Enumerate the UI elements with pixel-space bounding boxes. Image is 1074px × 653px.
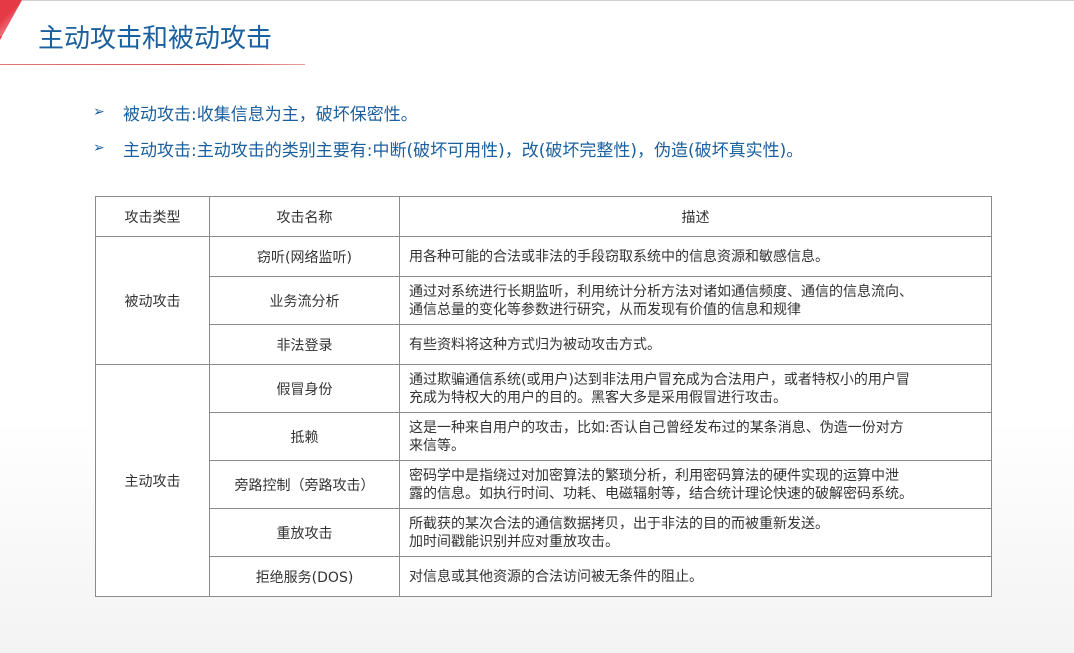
attack-name-cell: 假冒身份	[209, 364, 400, 413]
description-cell: 有些资料将这种方式归为被动攻击方式。	[399, 324, 992, 365]
description-cell: 用各种可能的合法或非法的手段窃取系统中的信息资源和敏感信息。	[399, 236, 992, 277]
arrowhead-bullet-icon: ➢	[93, 140, 105, 156]
attack-name-cell: 拒绝服务(DOS)	[209, 556, 400, 597]
table-row: 非法登录 有些资料将这种方式归为被动攻击方式。	[96, 324, 992, 365]
category-cell: 被动攻击	[95, 236, 210, 365]
bullet-item-active: ➢ 主动攻击:主动攻击的类别主要有:中断(破坏可用性)，改(破坏完整性)，伪造(…	[93, 130, 803, 166]
header-description: 描述	[399, 196, 992, 237]
description-line: 对信息或其他资源的合法访问被无条件的阻止。	[409, 568, 703, 585]
attack-types-table: 攻击类型 攻击名称 描述 被动攻击 窃听(网络监听) 用各种可能的合法或非法的手…	[95, 196, 992, 597]
title-underline	[0, 64, 305, 65]
description-cell: 所截获的某次合法的通信数据拷贝，出于非法的目的而被重新发送。 加时间戳能识别并应对…	[399, 508, 992, 557]
description-line: 有些资料将这种方式归为被动攻击方式。	[409, 336, 661, 353]
description-line: 充成为特权大的用户的目的。黑客大多是采用假冒进行攻击。	[409, 389, 787, 406]
header-category: 攻击类型	[95, 196, 210, 237]
attack-name-cell: 重放攻击	[209, 508, 400, 557]
description-cell: 通过对系统进行长期监听，利用统计分析方法对诸如通信频度、通信的信息流向、 通信总量…	[399, 276, 992, 325]
table-header-row: 攻击类型 攻击名称 描述	[95, 196, 992, 237]
corner-accent-fade	[0, 0, 18, 36]
description-line: 通过对系统进行长期监听，利用统计分析方法对诸如通信频度、通信的信息流向、	[409, 283, 913, 300]
attack-name-cell: 非法登录	[209, 324, 400, 365]
page-title: 主动攻击和被动攻击	[38, 24, 273, 54]
table-row: 重放攻击 所截获的某次合法的通信数据拷贝，出于非法的目的而被重新发送。 加时间戳能…	[96, 508, 992, 557]
bullet-text: 主动攻击:主动攻击的类别主要有:中断(破坏可用性)，改(破坏完整性)，伪造(破坏…	[123, 140, 804, 161]
description-line: 所截获的某次合法的通信数据拷贝，出于非法的目的而被重新发送。	[409, 515, 829, 532]
description-cell: 这是一种来自用户的攻击，比如:否认自己曾经发布过的某条消息、伪造一份对方 来信等。	[399, 412, 992, 461]
table-row: 主动攻击 假冒身份 通过欺骗通信系统(或用户)达到非法用户冒充成为合法用户，或者…	[95, 364, 992, 597]
bullet-text: 被动攻击:收集信息为主，破坏保密性。	[123, 104, 418, 125]
attack-name-cell: 旁路控制（旁路攻击）	[209, 460, 400, 509]
attack-name-cell: 业务流分析	[209, 276, 400, 325]
description-line: 通信总量的变化等参数进行研究，从而发现有价值的信息和规律	[409, 301, 801, 318]
description-line: 来信等。	[409, 437, 465, 454]
description-cell: 通过欺骗通信系统(或用户)达到非法用户冒充成为合法用户，或者特权小的用户冒 充成为…	[399, 364, 992, 413]
description-cell: 密码学中是指绕过对加密算法的繁琐分析，利用密码算法的硬件实现的运算中泄 露的信息。…	[399, 460, 992, 509]
table-row: 被动攻击 窃听(网络监听) 用各种可能的合法或非法的手段窃取系统中的信息资源和敏…	[95, 236, 992, 365]
category-cell: 主动攻击	[95, 364, 210, 597]
description-line: 密码学中是指绕过对加密算法的繁琐分析，利用密码算法的硬件实现的运算中泄	[409, 467, 899, 484]
table-row: 业务流分析 通过对系统进行长期监听，利用统计分析方法对诸如通信频度、通信的信息流…	[96, 276, 992, 325]
top-border	[0, 0, 1074, 1]
bullet-item-passive: ➢ 被动攻击:收集信息为主，破坏保密性。	[93, 94, 803, 130]
description-cell: 对信息或其他资源的合法访问被无条件的阻止。	[399, 556, 992, 597]
arrowhead-bullet-icon: ➢	[93, 104, 105, 120]
table-row: 抵赖 这是一种来自用户的攻击，比如:否认自己曾经发布过的某条消息、伪造一份对方来…	[96, 412, 992, 461]
description-line: 这是一种来自用户的攻击，比如:否认自己曾经发布过的某条消息、伪造一份对方	[409, 419, 904, 436]
description-line: 用各种可能的合法或非法的手段窃取系统中的信息资源和敏感信息。	[409, 248, 829, 265]
description-line: 加时间戳能识别并应对重放攻击。	[409, 533, 619, 550]
bullet-list: ➢ 被动攻击:收集信息为主，破坏保密性。 ➢ 主动攻击:主动攻击的类别主要有:中…	[93, 94, 803, 166]
header-name: 攻击名称	[209, 196, 400, 237]
table-row: 旁路控制（旁路攻击） 密码学中是指绕过对加密算法的繁琐分析，利用密码算法的硬件实…	[96, 460, 992, 509]
attack-name-cell: 抵赖	[209, 412, 400, 461]
description-line: 通过欺骗通信系统(或用户)达到非法用户冒充成为合法用户，或者特权小的用户冒	[409, 371, 910, 388]
table-row: 拒绝服务(DOS) 对信息或其他资源的合法访问被无条件的阻止。	[96, 556, 992, 597]
description-line: 露的信息。如执行时间、功耗、电磁辐射等，结合统计理论快速的破解密码系统。	[409, 485, 913, 502]
attack-name-cell: 窃听(网络监听)	[209, 236, 400, 277]
